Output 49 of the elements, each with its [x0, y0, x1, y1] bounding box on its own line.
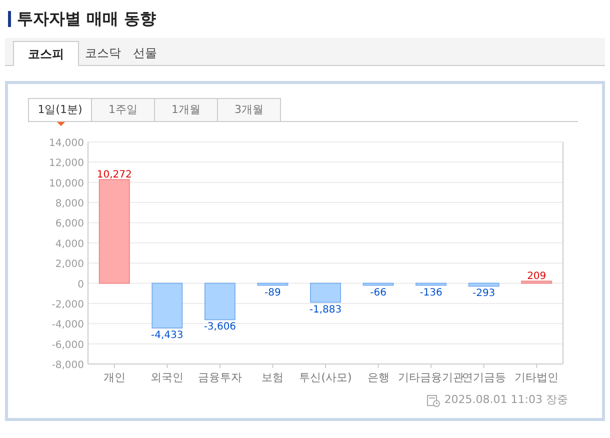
selected-marker-icon: [57, 122, 65, 126]
value-label: -66: [370, 287, 386, 298]
y-tick-label: 0: [78, 279, 84, 290]
market-tab[interactable]: 선물: [127, 40, 163, 65]
y-tick-label: 8,000: [55, 198, 84, 210]
value-label: 209: [527, 271, 546, 282]
category-label: 은행: [367, 371, 390, 384]
value-label: -89: [264, 287, 281, 298]
period-tab[interactable]: 1개월: [154, 98, 218, 121]
bar: [204, 282, 236, 320]
bar: [521, 280, 552, 284]
y-tick-label: 14,000: [49, 138, 84, 149]
title-marker: [8, 10, 11, 26]
y-tick-label: 6,000: [55, 218, 84, 230]
period-tab[interactable]: 1주일: [91, 98, 155, 121]
bar: [362, 282, 394, 286]
bar: [416, 282, 447, 286]
y-tick-label: 2,000: [55, 259, 84, 270]
bar: [152, 282, 183, 328]
y-tick-label: -2,000: [52, 299, 84, 310]
category-label: 기타법인: [514, 371, 559, 384]
page-title: 투자자별 매매 동향: [17, 8, 156, 30]
category-label: 외국인: [150, 371, 184, 384]
y-tick-label: 12,000: [49, 158, 84, 170]
category-label: 투신(사모): [299, 371, 352, 384]
category-label: 기타금융기관: [398, 371, 464, 384]
category-label: 연기금등: [462, 371, 506, 384]
value-label: -1,883: [309, 304, 342, 316]
value-label: -4,433: [151, 330, 184, 341]
bar: [257, 282, 288, 286]
value-label: -136: [420, 287, 442, 298]
y-tick-label: -4,000: [52, 320, 84, 331]
value-label: 10,272: [96, 170, 132, 181]
calendar-clock-icon: [427, 394, 440, 407]
y-tick-label: 4,000: [55, 238, 84, 250]
value-label: -293: [472, 288, 496, 300]
category-label: 금융투자: [198, 371, 242, 384]
market-tab[interactable]: 코스닥: [79, 40, 127, 65]
y-tick-label: -8,000: [52, 360, 84, 371]
timestamp: 2025.08.01 11:03 장중: [444, 392, 568, 408]
category-label: 보험: [262, 371, 284, 384]
bar: [310, 282, 341, 303]
period-tab[interactable]: 3개월: [217, 98, 281, 121]
value-label: -3,606: [204, 322, 236, 333]
y-tick-label: 10,000: [49, 178, 84, 190]
category-label: 개인: [103, 371, 126, 384]
market-tab[interactable]: 코스피: [13, 41, 79, 66]
bar: [468, 282, 500, 287]
y-tick-label: -6,000: [52, 340, 84, 351]
